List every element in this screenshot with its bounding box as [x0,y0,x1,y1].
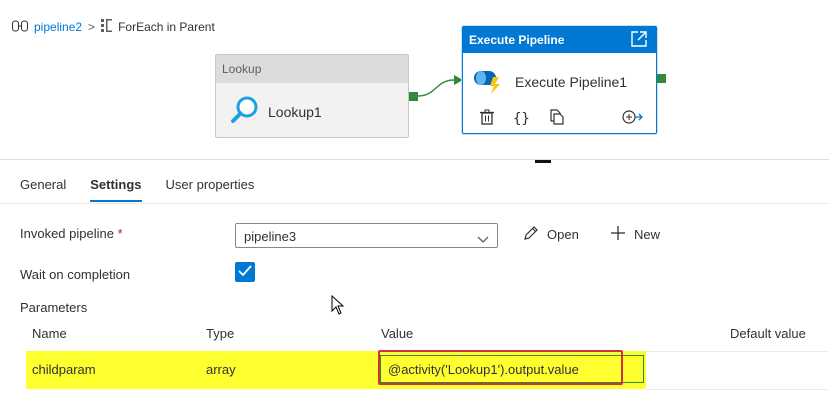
lookup-activity-node[interactable]: Lookup Lookup1 [215,54,409,138]
tab-settings[interactable]: Settings [90,177,142,202]
wait-on-completion-checkbox[interactable] [235,262,255,282]
lookup-node-name: Lookup1 [268,103,322,120]
plus-icon [610,225,626,244]
column-header-type: Type [206,326,235,341]
execute-node-name: Execute Pipeline1 [515,73,628,90]
breadcrumb-current: ForEach in Parent [118,20,215,34]
code-icon[interactable]: {} [513,111,530,127]
execute-pipeline-icon [473,65,505,98]
execute-pipeline-node[interactable]: Execute Pipeline Execute Pipeline1 {} [462,26,657,134]
table-row-divider [646,389,829,390]
pipeline-canvas[interactable]: pipeline2 > ForEach in Parent Lookup Loo… [0,0,829,160]
annotation-highlight-box [378,350,623,385]
open-pipeline-label: Open [547,227,579,242]
pencil-icon [523,225,539,244]
new-pipeline-label: New [634,227,661,242]
parameters-label: Parameters [20,300,88,315]
tab-user-properties[interactable]: User properties [166,177,255,202]
breadcrumb-pipeline-link[interactable]: pipeline2 [34,20,82,34]
column-header-default-value: Default value [730,326,806,341]
panel-resize-handle[interactable] [535,160,551,163]
lookup-output-port[interactable] [409,92,418,101]
invoked-pipeline-label-text: Invoked pipeline [20,226,114,241]
column-header-name: Name [32,326,67,341]
param-type-cell: array [206,362,236,377]
success-connector [418,75,463,97]
properties-tabs: General Settings User properties [20,177,278,202]
execute-output-port[interactable] [657,74,666,83]
pipeline-icon [12,20,28,35]
add-output-icon[interactable] [622,109,644,128]
column-header-value: Value [381,326,414,341]
copy-icon[interactable] [548,109,564,128]
invoked-pipeline-select[interactable]: pipeline3 [235,223,498,248]
mouse-cursor-icon [331,294,345,318]
delete-icon[interactable] [479,109,495,128]
tabs-divider [0,203,829,204]
breadcrumb-separator: > [88,20,96,34]
foreach-icon [101,19,113,35]
breadcrumb: pipeline2 > ForEach in Parent [12,19,215,35]
wait-on-completion-label: Wait on completion [20,267,131,282]
open-external-icon[interactable] [630,30,648,51]
invoked-pipeline-value: pipeline3 [244,229,297,244]
lookup-node-header: Lookup [216,55,408,83]
param-name-cell: childparam [32,362,96,377]
execute-node-header: Execute Pipeline [469,33,565,47]
checkmark-icon [238,264,252,280]
chevron-down-icon [477,232,489,247]
magnifier-icon [230,95,260,128]
open-pipeline-button[interactable]: Open [523,225,579,244]
invoked-pipeline-label: Invoked pipeline * [20,226,123,241]
required-mark: * [117,226,123,241]
tab-general[interactable]: General [20,177,66,202]
new-pipeline-button[interactable]: New [610,225,660,244]
